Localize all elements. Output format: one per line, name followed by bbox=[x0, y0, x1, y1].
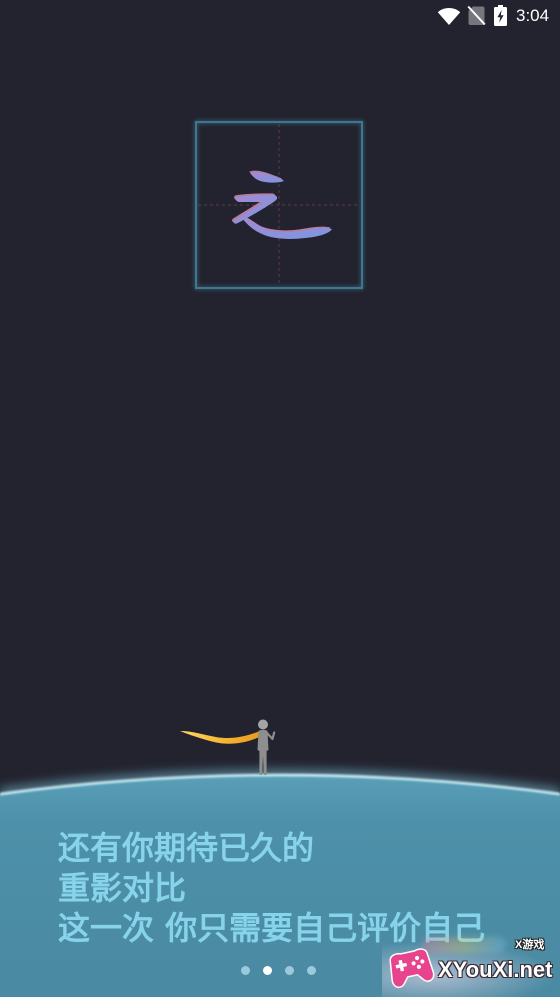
intro-line-2: 重影对比 bbox=[58, 869, 187, 907]
intro-line-1: 还有你期待已久的 bbox=[58, 829, 315, 867]
intro-text: 还有你期待已久的 重影对比 这一次 你只需要自己评价自己 bbox=[58, 828, 485, 948]
watermark: X游戏 XYouXi.net bbox=[382, 934, 560, 997]
figure-head bbox=[258, 719, 268, 730]
gamepad-logo-icon bbox=[389, 948, 435, 989]
battery-charging-icon bbox=[494, 5, 507, 26]
page-indicator bbox=[241, 966, 316, 975]
page-dot-active bbox=[263, 966, 272, 975]
watermark-site: XYouXi.net bbox=[438, 957, 553, 982]
watermark-badge: X游戏 bbox=[515, 939, 545, 951]
figure-arm bbox=[265, 731, 276, 741]
calligraphy-strokes bbox=[233, 172, 332, 239]
wifi-icon bbox=[437, 8, 461, 25]
page-dot bbox=[307, 966, 316, 975]
clock-time: 3:04 bbox=[516, 6, 550, 25]
stroke-turn bbox=[233, 195, 278, 224]
page-dot bbox=[285, 966, 294, 975]
figure-body bbox=[257, 729, 269, 775]
scarf bbox=[180, 731, 261, 744]
character-practice-box bbox=[195, 121, 363, 289]
status-bar: 3:04 bbox=[0, 0, 560, 33]
onboarding-page[interactable]: 3:04 还有你期待已久的 重影对比 这一次 你只需要自己评价自己 X游戏 XY… bbox=[0, 0, 560, 997]
no-sim-icon bbox=[467, 5, 486, 26]
person-with-scarf-icon bbox=[180, 719, 276, 775]
page-dot bbox=[241, 966, 250, 975]
